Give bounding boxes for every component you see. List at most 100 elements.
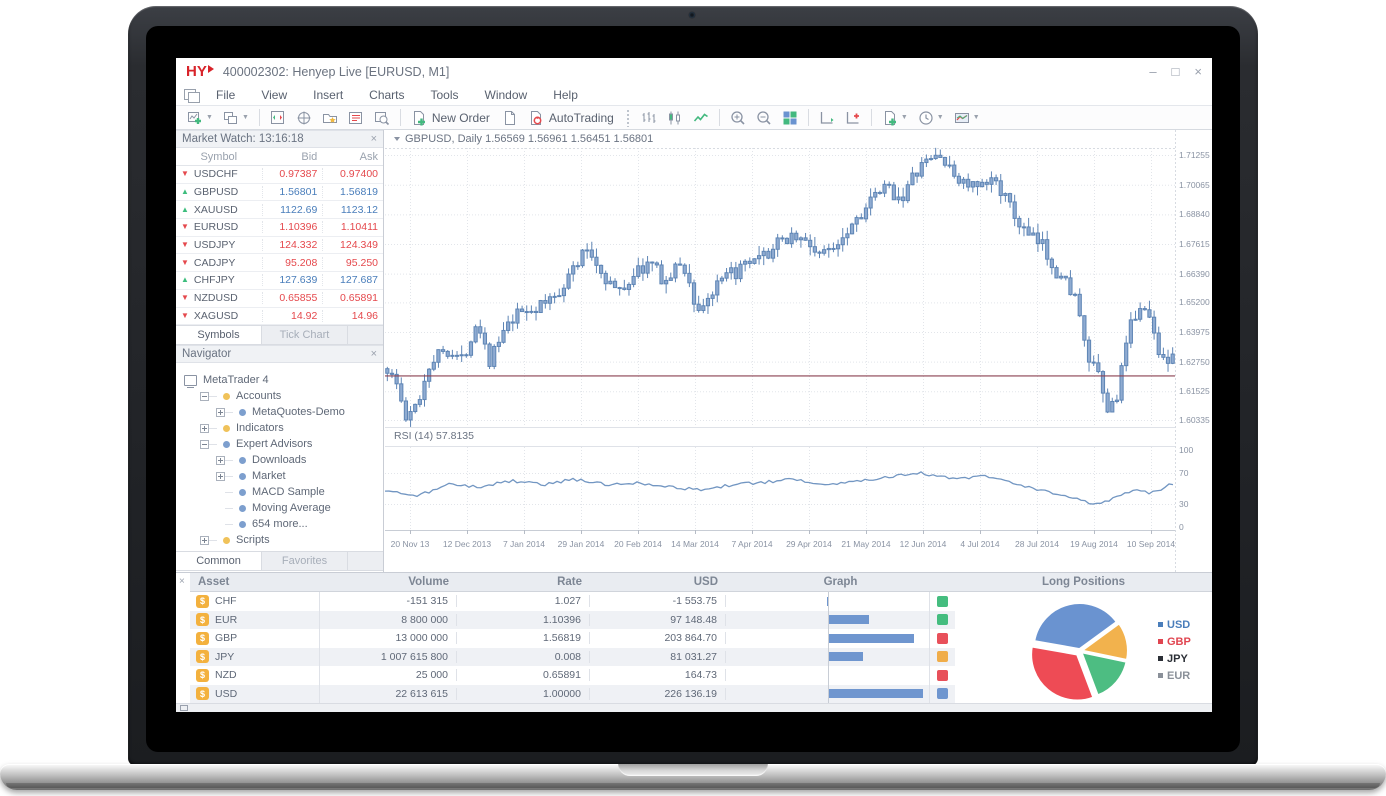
strategy-tester-button[interactable] — [370, 108, 394, 128]
menu-view[interactable]: View — [248, 86, 300, 104]
autotrading-button[interactable]: AutoTrading — [524, 108, 620, 128]
tree-item-indicators[interactable]: Indicators — [176, 420, 383, 436]
menu-insert[interactable]: Insert — [300, 86, 356, 104]
column-ask[interactable]: Ask — [322, 151, 383, 163]
market-watch-row-xauusd[interactable]: ▲XAUUSD1122.691123.12 — [176, 201, 383, 219]
legend-item-eur: EUR — [1158, 667, 1191, 684]
column-asset[interactable]: Asset — [190, 576, 320, 588]
line-chart-button[interactable] — [689, 108, 713, 128]
minimize-button[interactable]: – — [1149, 65, 1156, 78]
zoom-in-button[interactable] — [726, 108, 750, 128]
tree-item-metatrader-4[interactable]: MetaTrader 4 — [176, 372, 383, 388]
metaeditor-button[interactable] — [498, 108, 522, 128]
column-usd[interactable]: USD — [590, 576, 726, 588]
tab-tick-chart[interactable]: Tick Chart — [262, 326, 348, 344]
tree-item-market[interactable]: Market — [176, 468, 383, 484]
market-watch-row-usdjpy[interactable]: ▼USDJPY124.332124.349 — [176, 237, 383, 255]
price-chart-canvas[interactable] — [385, 130, 1212, 572]
market-watch-row-gbpusd[interactable]: ▲GBPUSD1.568011.56819 — [176, 184, 383, 202]
collapse-icon[interactable] — [200, 440, 209, 449]
auto-scroll-button[interactable] — [815, 108, 839, 128]
chevron-down-icon[interactable]: ▼ — [242, 114, 249, 121]
close-icon[interactable]: × — [371, 348, 377, 360]
asset-label: NZD — [215, 669, 237, 681]
expand-icon[interactable] — [200, 536, 209, 545]
candlestick-chart-button[interactable] — [663, 108, 687, 128]
tree-item-downloads[interactable]: Downloads — [176, 452, 383, 468]
expand-icon[interactable] — [200, 424, 209, 433]
expand-icon[interactable] — [216, 456, 225, 465]
templates-icon — [954, 110, 970, 126]
tree-item-expert-advisors[interactable]: Expert Advisors — [176, 436, 383, 452]
candlestick-chart-icon — [667, 110, 683, 126]
toolbar-grip[interactable] — [626, 109, 631, 127]
bid-value: 0.65855 — [262, 292, 323, 304]
indicators-button[interactable]: ▼ — [878, 108, 912, 128]
periods-button[interactable]: ▼ — [914, 108, 948, 128]
column-bid[interactable]: Bid — [262, 151, 323, 163]
column-rate[interactable]: Rate — [457, 576, 590, 588]
menu-tools[interactable]: Tools — [418, 86, 472, 104]
chevron-down-icon[interactable]: ▼ — [901, 114, 908, 121]
tab-common[interactable]: Common — [176, 552, 262, 570]
chart-header[interactable]: GBPUSD, Daily 1.56569 1.56961 1.56451 1.… — [394, 133, 653, 145]
expand-icon[interactable] — [216, 408, 225, 417]
expand-icon[interactable] — [216, 472, 225, 481]
chevron-down-icon[interactable]: ▼ — [206, 114, 213, 121]
position-row-jpy[interactable]: $JPY1 007 615 8000.00881 031.27 — [190, 648, 955, 667]
collapse-icon[interactable] — [394, 137, 400, 141]
menu-charts[interactable]: Charts — [356, 86, 417, 104]
market-watch-row-nzdusd[interactable]: ▼NZDUSD0.658550.65891 — [176, 290, 383, 308]
templates-button[interactable]: ▼ — [950, 108, 984, 128]
new-order-button[interactable]: New Order — [407, 108, 496, 128]
price-axis-label: 1.60335 — [1179, 415, 1212, 425]
market-watch-row-eurusd[interactable]: ▼EURUSD1.103961.10411 — [176, 219, 383, 237]
data-window-button[interactable] — [292, 108, 316, 128]
close-icon[interactable]: × — [371, 133, 377, 145]
zoom-out-button[interactable] — [752, 108, 776, 128]
position-row-nzd[interactable]: $NZD25 0000.65891164.73 — [190, 666, 955, 685]
navigator-button[interactable] — [318, 108, 342, 128]
menu-window[interactable]: Window — [472, 86, 541, 104]
menu-file[interactable]: File — [203, 86, 248, 104]
close-icon[interactable]: × — [179, 576, 185, 587]
tree-item-654-more-[interactable]: 654 more... — [176, 516, 383, 532]
tab-favorites[interactable]: Favorites — [262, 552, 348, 570]
menu-help[interactable]: Help — [540, 86, 591, 104]
close-button[interactable]: × — [1194, 65, 1202, 78]
market-watch-button[interactable] — [266, 108, 290, 128]
tab-symbols[interactable]: Symbols — [176, 326, 262, 344]
position-row-chf[interactable]: $CHF-151 3151.027-1 553.75 — [190, 592, 955, 611]
position-row-usd[interactable]: $USD22 613 6151.00000226 136.19 — [190, 685, 955, 704]
tree-item-macd-sample[interactable]: MACD Sample — [176, 484, 383, 500]
market-watch-row-chfjpy[interactable]: ▲CHFJPY127.639127.687 — [176, 272, 383, 290]
maximize-button[interactable]: □ — [1172, 65, 1180, 78]
column-graph[interactable]: Graph — [726, 576, 955, 588]
collapse-icon[interactable] — [200, 392, 209, 401]
bar-chart-button[interactable] — [637, 108, 661, 128]
tree-item-moving-average[interactable]: Moving Average — [176, 500, 383, 516]
tree-item-scripts[interactable]: Scripts — [176, 532, 383, 548]
profiles-button[interactable]: ▼ — [219, 108, 253, 128]
price-axis-label: 1.66390 — [1179, 269, 1212, 279]
usd-value: 164.73 — [590, 669, 726, 681]
chevron-down-icon[interactable]: ▼ — [937, 114, 944, 121]
node-dot-icon — [223, 537, 230, 544]
tile-windows-button[interactable] — [778, 108, 802, 128]
market-watch-row-usdchf[interactable]: ▼USDCHF0.973870.97400 — [176, 166, 383, 184]
tree-item-metaquotes-demo[interactable]: MetaQuotes-Demo — [176, 404, 383, 420]
tree-item-label: MetaTrader 4 — [203, 374, 269, 386]
market-watch-row-cadjpy[interactable]: ▼CADJPY95.20895.250 — [176, 254, 383, 272]
tree-item-accounts[interactable]: Accounts — [176, 388, 383, 404]
terminal-button[interactable] — [344, 108, 368, 128]
chart-shift-button[interactable] — [841, 108, 865, 128]
market-watch-row-xagusd[interactable]: ▼XAGUSD14.9214.96 — [176, 308, 383, 326]
column-volume[interactable]: Volume — [320, 576, 457, 588]
symbol-label: GBPUSD — [194, 186, 238, 198]
column-symbol[interactable]: Symbol — [176, 151, 262, 163]
position-row-eur[interactable]: $EUR8 800 0001.1039697 148.48 — [190, 611, 955, 630]
chevron-down-icon[interactable]: ▼ — [973, 114, 980, 121]
volume-value: 8 800 000 — [320, 614, 457, 626]
new-chart-button[interactable]: ▼ — [183, 108, 217, 128]
position-row-gbp[interactable]: $GBP13 000 0001.56819203 864.70 — [190, 629, 955, 648]
